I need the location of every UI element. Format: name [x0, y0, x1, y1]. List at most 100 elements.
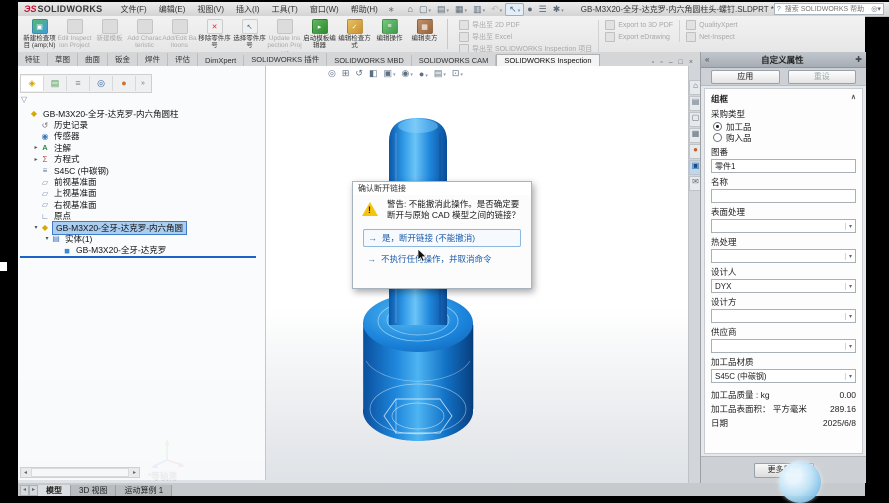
dropdown-arrow-icon[interactable]: ▾ — [844, 282, 852, 290]
property-input[interactable]: ▾ — [711, 219, 856, 233]
edit-appearance-icon[interactable]: ● — [416, 69, 431, 79]
view-settings-icon[interactable]: ⊡ — [449, 68, 466, 79]
document-tab[interactable]: 运动算例 1 — [116, 485, 173, 496]
ribbon-button[interactable]: ▣ 新建检查项目 (amp;N) — [22, 18, 57, 50]
configurations-icon[interactable]: ≡ — [67, 76, 90, 91]
display-style-icon[interactable]: ▣ — [380, 68, 398, 79]
document-tab[interactable]: 模型 — [38, 485, 72, 496]
export-menu-item[interactable]: Export eDrawing — [605, 32, 673, 42]
property-input[interactable]: ▾ — [711, 339, 856, 353]
options-icon[interactable]: ✱ — [550, 4, 567, 15]
export-menu-item[interactable]: Export to 3D PDF — [605, 20, 673, 30]
menu-item[interactable]: 文件(F) — [114, 4, 152, 15]
tree-item[interactable]: ▸ 注解 — [18, 142, 265, 153]
export-menu-item[interactable]: 导出至 Excel — [459, 32, 592, 42]
new-file-icon[interactable]: ▢ — [416, 4, 434, 15]
ribbon-button[interactable]: ▦ 编辑卖方 — [407, 18, 442, 42]
zoom-fit-icon[interactable]: ◎ — [325, 68, 339, 79]
zoom-area-icon[interactable]: ⊞ — [339, 68, 353, 79]
ribbon-button[interactable]: Add/Edit Balloons — [162, 18, 197, 50]
command-tab[interactable]: SOLIDWORKS CAM — [412, 55, 497, 66]
break-link-option[interactable]: → 是，断开链接 (不能撤消) — [363, 228, 521, 247]
menu-item[interactable]: 工具(T) — [266, 4, 304, 15]
tree-item[interactable]: ▸ 方程式 — [18, 154, 265, 165]
file-properties-icon[interactable]: ☰ — [536, 4, 550, 15]
ribbon-button[interactable]: ↖ 选择零件序号 — [232, 18, 267, 50]
ribbon-button[interactable]: Add Characteristic — [127, 18, 162, 50]
command-tab[interactable]: SOLIDWORKS 插件 — [244, 53, 328, 66]
expand-arrow-icon[interactable]: ▾ — [32, 224, 40, 231]
tab-scroll-right-icon[interactable]: ▸ — [29, 485, 39, 496]
export-menu-item[interactable]: Net-Inspect — [686, 32, 738, 42]
reset-button[interactable]: 重设 — [787, 69, 856, 84]
document-tab[interactable]: 3D 视图 — [71, 485, 117, 496]
property-input[interactable]: ▾ — [711, 189, 856, 203]
save-icon[interactable]: ▦ — [452, 4, 470, 15]
command-tab[interactable]: SOLIDWORKS Inspection — [496, 54, 600, 66]
tree-item[interactable]: ▾ GB-M3X20-全牙-达克罗-内六角圆 — [18, 220, 265, 235]
rebuild-icon[interactable]: ● — [524, 4, 535, 14]
collapse-panel-icon[interactable]: « — [701, 55, 713, 64]
doc-minimize-icon[interactable]: – — [666, 59, 676, 66]
tab-scroll-left-icon[interactable]: ◂ — [20, 485, 30, 496]
cancel-option[interactable]: → 不执行任何操作，并取消命令 — [363, 251, 521, 267]
apply-button[interactable]: 应用 — [711, 69, 780, 84]
command-tab[interactable]: 钣金 — [108, 53, 138, 66]
collapse-group-icon[interactable]: ∧ — [851, 93, 856, 105]
tree-item[interactable]: 前视基准面 — [18, 176, 265, 187]
rollback-bar[interactable] — [20, 256, 256, 258]
pin-panel-icon[interactable]: ✚ — [851, 55, 866, 64]
dropdown-arrow-icon[interactable]: ▾ — [844, 222, 852, 230]
export-menu-item[interactable]: 导出至 2D PDF — [459, 20, 592, 30]
pin-menu-icon[interactable]: ∗ — [388, 5, 395, 14]
tree-item[interactable]: ▾ 实体(1) — [18, 233, 265, 244]
menu-item[interactable]: 编辑(E) — [153, 4, 192, 15]
ribbon-button[interactable]: 新建模板 — [92, 18, 127, 42]
home-icon[interactable]: ⌂ — [405, 4, 416, 14]
tree-item[interactable]: GB-M3X20-全牙-达克罗-内六角圆柱 — [18, 108, 265, 119]
tree-filter[interactable]: ▽ — [21, 95, 265, 106]
tree-item[interactable]: 上视基准面 — [18, 188, 265, 199]
menu-item[interactable]: 窗口(W) — [304, 4, 345, 15]
command-tab[interactable]: 评估 — [168, 53, 198, 66]
dropdown-arrow-icon[interactable]: ▾ — [844, 342, 852, 350]
dropdown-arrow-icon[interactable]: ▾ — [844, 252, 852, 260]
ribbon-button[interactable]: ≡ 编辑操作 — [372, 18, 407, 42]
dropdown-arrow-icon[interactable]: ▾ — [844, 312, 852, 320]
dropdown-arrow-icon[interactable]: ▾ — [844, 372, 852, 380]
open-file-icon[interactable]: ▤ — [434, 4, 452, 15]
new-window-icon[interactable]: ▫ — [649, 59, 657, 66]
ribbon-button[interactable]: Edit Inspection Project — [57, 18, 92, 50]
export-menu-item[interactable]: QualityXpert — [686, 20, 738, 30]
menu-item[interactable]: 视图(V) — [191, 4, 230, 15]
menu-item[interactable]: 插入(I) — [230, 4, 266, 15]
ribbon-button[interactable]: ✕ 移除零件序号 — [197, 18, 232, 50]
hide-show-items-icon[interactable]: ◉ — [399, 68, 416, 79]
property-input[interactable]: 零件1 ▾ — [711, 159, 856, 173]
command-tab[interactable]: 焊件 — [138, 53, 168, 66]
scroll-left-icon[interactable]: ◂ — [21, 469, 30, 476]
display-icon[interactable]: ● — [113, 76, 136, 91]
property-input[interactable]: ▾ — [711, 309, 856, 323]
property-input[interactable]: S45C (中碳钢) ▾ — [711, 369, 856, 383]
doc-restore-icon[interactable]: □ — [676, 59, 686, 66]
tree-horizontal-scrollbar[interactable]: ◂ ▸ — [20, 467, 140, 478]
select-arrow-icon[interactable]: ↖ — [505, 2, 525, 16]
ribbon-button[interactable]: ✓ 编辑检查方式 — [337, 18, 372, 50]
properties-icon[interactable]: ▤ — [44, 76, 67, 91]
search-input[interactable] — [782, 4, 872, 14]
purchased-radio[interactable]: 购入品 — [713, 132, 856, 143]
property-input[interactable]: DYX ▾ — [711, 279, 856, 293]
doc-close-icon[interactable]: × — [686, 59, 696, 66]
features-icon[interactable]: ◈ — [21, 76, 44, 91]
tree-item[interactable]: 历史记录 — [18, 119, 265, 130]
expand-arrow-icon[interactable]: ▾ — [43, 235, 51, 242]
apply-scene-icon[interactable]: ▤ — [431, 68, 449, 79]
tree-item[interactable]: 右视基准面 — [18, 199, 265, 210]
previous-view-icon[interactable]: ↺ — [352, 68, 366, 79]
tile-window-icon[interactable]: ▫ — [657, 59, 665, 66]
more-tabs-icon[interactable]: » — [136, 76, 150, 91]
dimxpert-icon[interactable]: ◎ — [90, 76, 113, 91]
menu-item[interactable]: 帮助(H) — [345, 4, 384, 15]
undo-icon[interactable]: ↶ — [488, 4, 505, 15]
